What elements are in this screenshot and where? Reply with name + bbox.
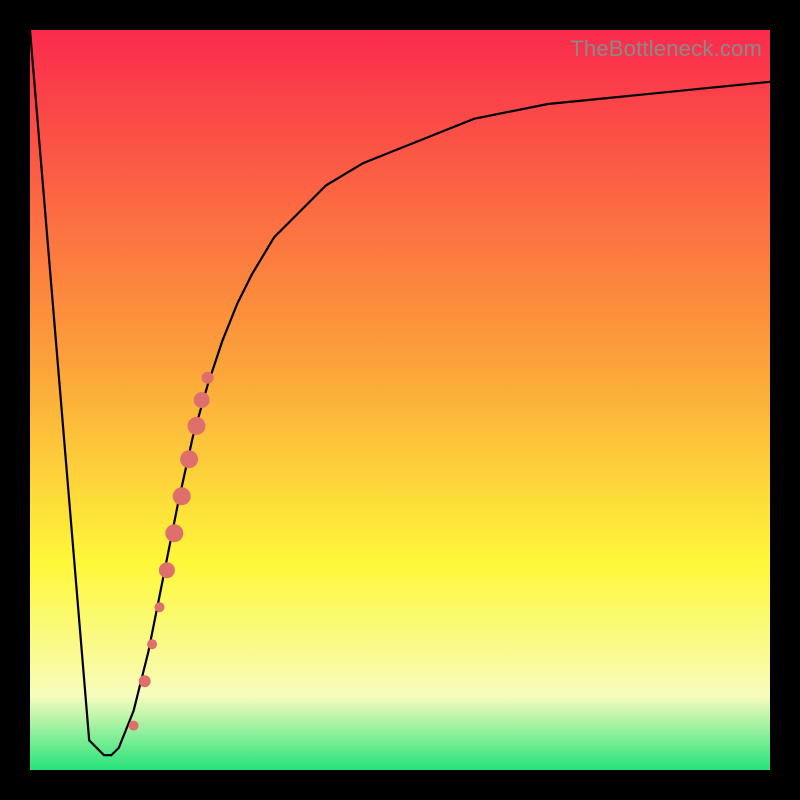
highlight-dot xyxy=(147,639,157,649)
curve-layer xyxy=(30,30,770,770)
highlight-dot xyxy=(129,721,139,731)
highlight-dot xyxy=(139,675,151,687)
highlight-dot xyxy=(173,487,191,505)
highlight-dot xyxy=(155,602,165,612)
chart-frame: TheBottleneck.com xyxy=(0,0,800,800)
highlight-dot xyxy=(159,562,175,578)
bottleneck-curve xyxy=(30,30,770,755)
highlight-dot xyxy=(202,372,214,384)
highlight-dot xyxy=(165,524,183,542)
highlight-dot xyxy=(188,417,206,435)
highlight-dot xyxy=(194,392,210,408)
highlight-dots xyxy=(129,372,214,731)
plot-area: TheBottleneck.com xyxy=(30,30,770,770)
highlight-dot xyxy=(180,450,198,468)
